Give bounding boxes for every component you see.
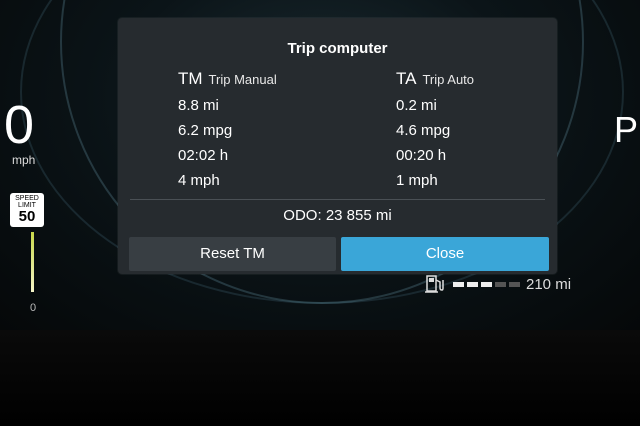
fuel-level-segment — [481, 281, 492, 287]
dashboard-trim — [0, 330, 640, 426]
speed-gauge-bar — [31, 232, 34, 292]
fuel-range: 210 mi — [425, 272, 571, 296]
odometer-label: ODO: — [283, 207, 322, 224]
fuel-pump-icon — [425, 275, 444, 293]
trip-auto-name: Trip Auto — [422, 72, 475, 87]
speed-limit-label: SPEED — [15, 195, 39, 202]
trip-manual-economy: 6.2 mpg — [178, 122, 233, 139]
trip-manual-distance: 8.8 mi — [178, 97, 219, 114]
speed-readout: 0 — [4, 95, 35, 155]
trip-manual-column: TM Trip Manual 8.8 mi 6.2 mpg 02:02 h 4 … — [178, 69, 277, 193]
fuel-level-segment — [509, 281, 520, 287]
fuel-level-bar — [453, 281, 520, 287]
gear-indicator: P — [614, 109, 639, 150]
trip-manual-avg-speed: 4 mph — [178, 172, 220, 189]
trip-auto-economy: 4.6 mpg — [396, 122, 451, 139]
trip-manual-header: TM Trip Manual — [178, 69, 277, 93]
trip-auto-column: TA Trip Auto 0.2 mi 4.6 mpg 00:20 h 1 mp… — [396, 69, 474, 193]
fuel-level-segment — [495, 281, 506, 287]
fuel-level-segment — [467, 281, 478, 287]
trip-computer-dialog: Trip computer TM Trip Manual 8.8 mi 6.2 … — [118, 18, 557, 274]
range-value: 210 mi — [526, 275, 572, 293]
trip-auto-header: TA Trip Auto — [396, 69, 474, 93]
speed-limit-sign: SPEED LIMIT 50 — [10, 193, 44, 227]
odometer: ODO: 23 855 mi — [118, 204, 557, 228]
trip-auto-distance: 0.2 mi — [396, 97, 437, 114]
dialog-divider — [130, 199, 545, 200]
reset-tm-button[interactable]: Reset TM — [129, 237, 336, 271]
trip-manual-abbr: TM — [178, 69, 203, 88]
trip-manual-time: 02:02 h — [178, 147, 229, 164]
trip-manual-name: Trip Manual — [208, 72, 277, 87]
speed-unit: mph — [12, 153, 36, 167]
close-button[interactable]: Close — [341, 237, 549, 271]
dialog-title: Trip computer — [287, 40, 388, 57]
odometer-value: 23 855 mi — [325, 207, 392, 224]
trip-auto-avg-speed: 1 mph — [396, 172, 438, 189]
gauge-min-label: 0 — [30, 302, 37, 314]
trip-auto-time: 00:20 h — [396, 147, 447, 164]
fuel-level-segment — [453, 281, 464, 287]
trip-auto-abbr: TA — [396, 69, 417, 88]
speed-limit-value: 50 — [18, 208, 36, 225]
